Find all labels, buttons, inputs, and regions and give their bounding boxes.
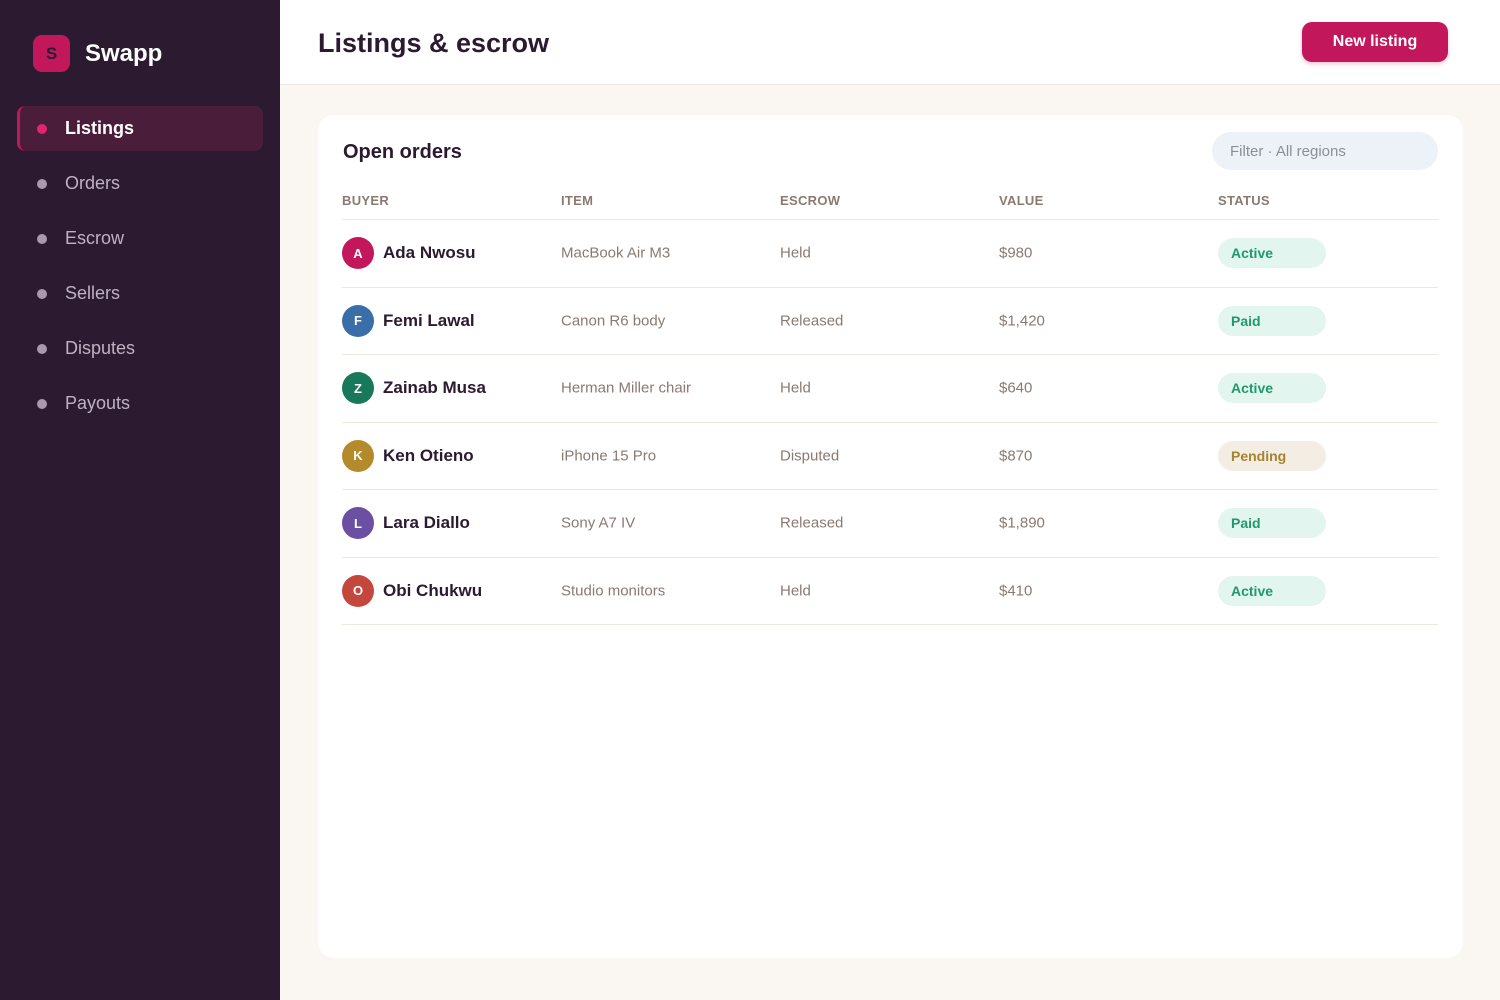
escrow-cell: Released bbox=[780, 514, 844, 532]
buyer-name: Ken Otieno bbox=[383, 445, 474, 465]
dot-icon bbox=[37, 398, 47, 409]
value-cell: $1,420 bbox=[999, 312, 1045, 330]
table-row[interactable]: O Obi Chukwu Studio monitors Held $410 A… bbox=[342, 558, 1438, 625]
dot-icon bbox=[37, 343, 47, 354]
item-cell: MacBook Air M3 bbox=[561, 244, 671, 262]
item-cell: Herman Miller chair bbox=[561, 379, 692, 397]
region-filter[interactable]: Filter · All regions bbox=[1212, 132, 1438, 170]
sidebar-item-escrow[interactable]: Escrow bbox=[17, 216, 263, 261]
dot-icon bbox=[37, 233, 47, 244]
sidebar-item-listings[interactable]: Listings bbox=[17, 106, 263, 151]
status-badge: Active bbox=[1218, 575, 1326, 606]
dot-icon bbox=[37, 288, 47, 299]
column-header-value[interactable]: VALUE bbox=[999, 193, 1044, 208]
app-name: Swapp bbox=[85, 39, 163, 67]
sidebar-item-sellers[interactable]: Sellers bbox=[17, 271, 263, 316]
new-listing-button[interactable]: New listing bbox=[1302, 22, 1448, 62]
item-cell: iPhone 15 Pro bbox=[561, 447, 657, 465]
sidebar-item-label: Orders bbox=[65, 173, 121, 193]
value-cell: $410 bbox=[999, 582, 1033, 600]
sidebar-item-label: Escrow bbox=[65, 228, 125, 248]
table-header: BUYER ITEM ESCROW VALUE STATUS bbox=[342, 180, 1438, 220]
buyer-cell: K Ken Otieno bbox=[342, 439, 474, 472]
avatar: K bbox=[342, 439, 374, 472]
buyer-name: Obi Chukwu bbox=[383, 580, 483, 600]
buyer-cell: O Obi Chukwu bbox=[342, 574, 483, 607]
dot-icon bbox=[37, 178, 47, 189]
table-row[interactable]: Z Zainab Musa Herman Miller chair Held $… bbox=[342, 355, 1438, 423]
avatar: F bbox=[342, 304, 374, 337]
buyer-cell: A Ada Nwosu bbox=[342, 237, 476, 270]
column-header-buyer[interactable]: BUYER bbox=[342, 193, 389, 208]
column-header-status[interactable]: STATUS bbox=[1218, 193, 1270, 208]
buyer-name: Zainab Musa bbox=[383, 378, 486, 398]
brand[interactable]: S Swapp bbox=[33, 35, 162, 72]
sidebar-item-label: Listings bbox=[65, 118, 135, 138]
escrow-cell: Released bbox=[780, 312, 844, 330]
value-cell: $1,890 bbox=[999, 514, 1045, 532]
item-cell: Canon R6 body bbox=[561, 312, 666, 330]
avatar: O bbox=[342, 574, 374, 607]
status-badge: Paid bbox=[1218, 305, 1326, 336]
avatar: A bbox=[342, 237, 374, 270]
table-row[interactable]: A Ada Nwosu MacBook Air M3 Held $980 Act… bbox=[342, 220, 1438, 288]
page-header: Listings & escrow New listing bbox=[280, 0, 1500, 85]
column-header-escrow[interactable]: ESCROW bbox=[780, 193, 840, 208]
item-cell: Studio monitors bbox=[561, 582, 666, 600]
status-badge: Pending bbox=[1218, 440, 1326, 471]
dot-icon bbox=[37, 123, 47, 134]
escrow-cell: Disputed bbox=[780, 447, 840, 465]
table-row[interactable]: F Femi Lawal Canon R6 body Released $1,4… bbox=[342, 288, 1438, 355]
page-title: Listings & escrow bbox=[318, 28, 550, 58]
status-badge: Active bbox=[1218, 238, 1326, 269]
sidebar: S Swapp Listings Orders Escrow Sellers D… bbox=[0, 0, 280, 1000]
sidebar-item-orders[interactable]: Orders bbox=[17, 161, 263, 206]
buyer-name: Ada Nwosu bbox=[383, 243, 476, 263]
buyer-cell: F Femi Lawal bbox=[342, 304, 475, 337]
buyer-cell: Z Zainab Musa bbox=[342, 372, 486, 405]
avatar: Z bbox=[342, 372, 374, 405]
card-title: Open orders bbox=[343, 141, 462, 163]
escrow-cell: Held bbox=[780, 582, 811, 600]
sidebar-item-payouts[interactable]: Payouts bbox=[17, 381, 263, 426]
buyer-cell: L Lara Diallo bbox=[342, 507, 470, 540]
orders-table: BUYER ITEM ESCROW VALUE STATUS A Ada Nwo… bbox=[342, 180, 1438, 625]
value-cell: $980 bbox=[999, 244, 1033, 262]
open-orders-card: Open orders Filter · All regions BUYER I… bbox=[318, 115, 1463, 958]
column-header-item[interactable]: ITEM bbox=[561, 193, 593, 208]
sidebar-item-label: Sellers bbox=[65, 283, 121, 303]
sidebar-item-label: Payouts bbox=[65, 393, 131, 413]
escrow-cell: Held bbox=[780, 379, 811, 397]
buyer-name: Femi Lawal bbox=[383, 310, 475, 330]
table-row[interactable]: K Ken Otieno iPhone 15 Pro Disputed $870… bbox=[342, 423, 1438, 490]
item-cell: Sony A7 IV bbox=[561, 514, 636, 532]
value-cell: $640 bbox=[999, 379, 1033, 397]
sidebar-item-label: Disputes bbox=[65, 338, 136, 358]
status-badge: Paid bbox=[1218, 508, 1326, 539]
value-cell: $870 bbox=[999, 447, 1033, 465]
status-badge: Active bbox=[1218, 373, 1326, 404]
sidebar-item-disputes[interactable]: Disputes bbox=[17, 326, 263, 371]
buyer-name: Lara Diallo bbox=[383, 513, 470, 533]
escrow-cell: Held bbox=[780, 244, 811, 262]
table-row[interactable]: L Lara Diallo Sony A7 IV Released $1,890… bbox=[342, 490, 1438, 558]
avatar: L bbox=[342, 507, 374, 540]
sidebar-nav: Listings Orders Escrow Sellers Disputes … bbox=[17, 106, 263, 436]
app-logo: S bbox=[33, 35, 70, 72]
